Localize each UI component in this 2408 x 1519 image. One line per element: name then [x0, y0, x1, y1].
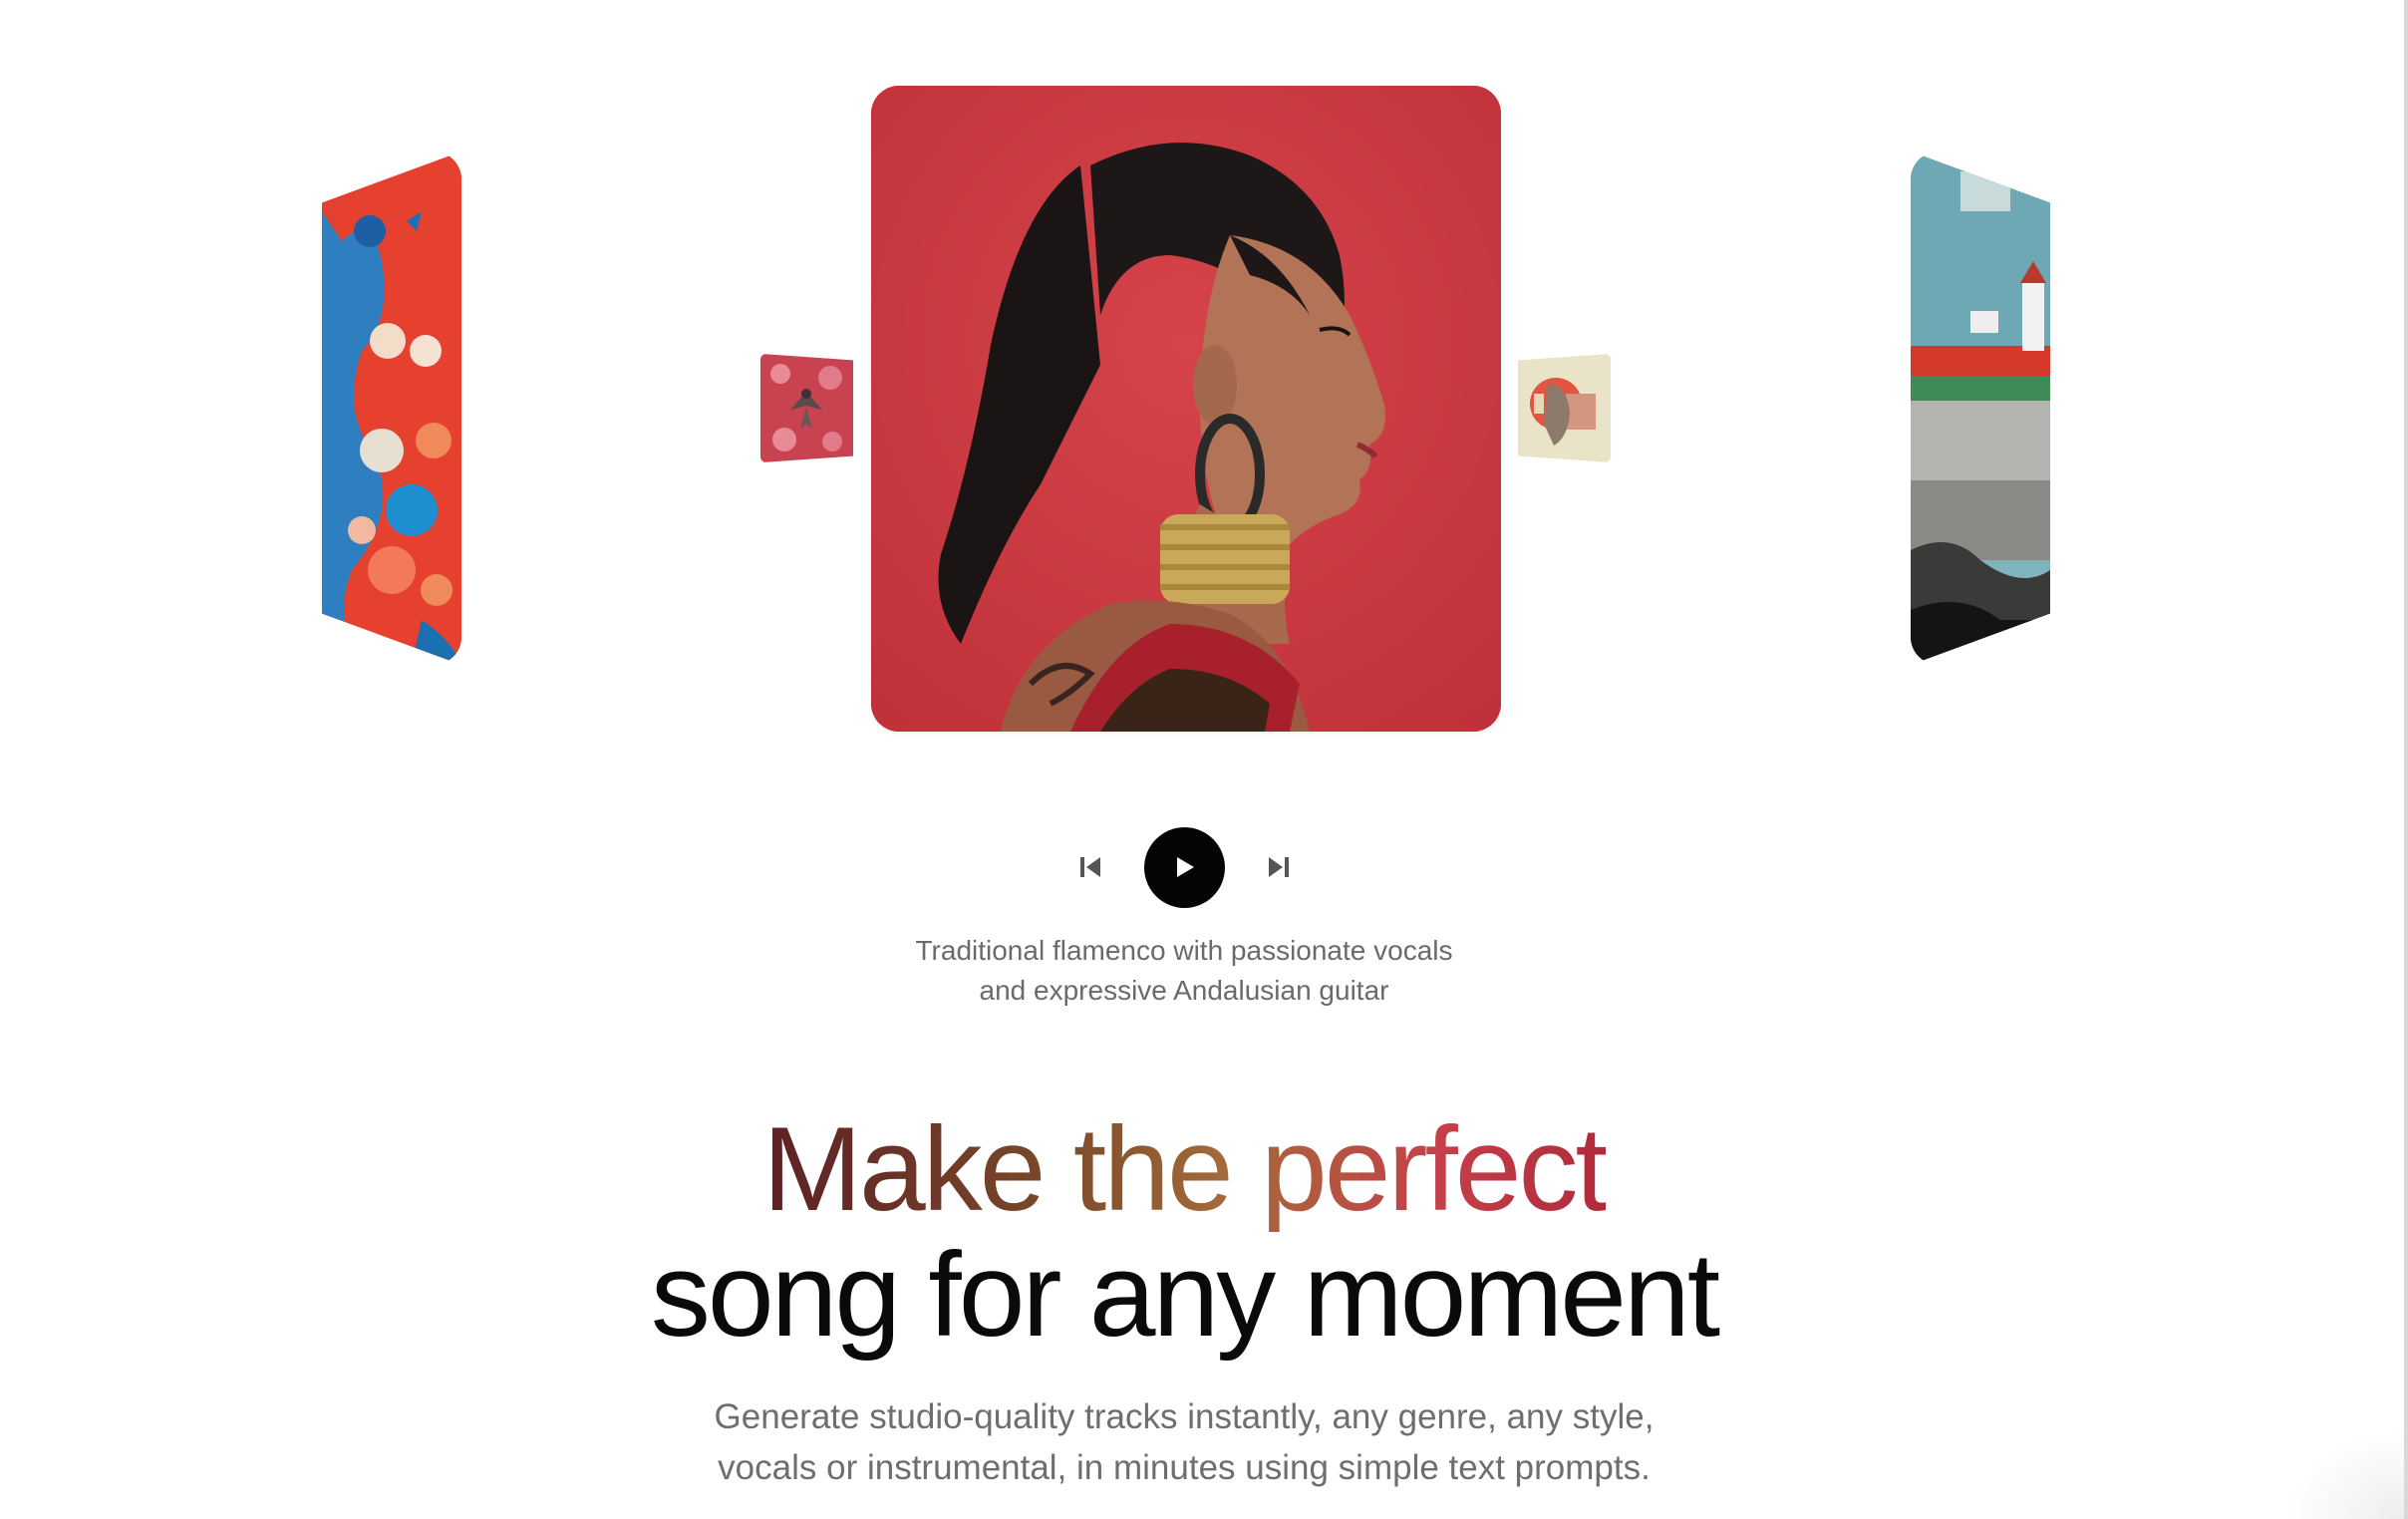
hero-subtext-line2: vocals or instrumental, in minutes using… — [718, 1448, 1651, 1487]
album-cover-flamenco[interactable] — [871, 86, 1501, 732]
hero-subtext-line1: Generate studio-quality tracks instantly… — [714, 1397, 1655, 1436]
skip-back-icon — [1079, 857, 1100, 877]
album-cover-landscape[interactable] — [1911, 152, 2050, 665]
player-controls — [0, 826, 2368, 908]
headline-line2: song for any moment — [650, 1228, 1720, 1362]
landscape-artwork — [1911, 152, 2050, 665]
track-description-line1: Traditional flamenco with passionate voc… — [915, 935, 1453, 966]
floral-artwork — [322, 152, 461, 665]
headline-line1: Make the perfect — [762, 1102, 1609, 1236]
corner-shadow — [2284, 1429, 2404, 1519]
flamenco-portrait-artwork — [871, 86, 1501, 732]
hero-subtext: Generate studio-quality tracks instantly… — [0, 1391, 2368, 1493]
album-cover-floral[interactable] — [322, 152, 461, 665]
next-track-button[interactable] — [1261, 849, 1297, 885]
window-edge — [2404, 0, 2408, 1519]
previous-track-button[interactable] — [1072, 849, 1108, 885]
page: Traditional flamenco with passionate voc… — [0, 0, 2408, 1519]
hero-headline: Make the perfect song for any moment — [0, 1106, 2368, 1358]
skip-forward-icon — [1268, 857, 1289, 877]
collage-face-artwork — [1518, 354, 1611, 462]
album-cover-bird-pattern[interactable] — [760, 354, 853, 462]
track-description-line2: and expressive Andalusian guitar — [979, 975, 1389, 1006]
track-description: Traditional flamenco with passionate voc… — [0, 931, 2368, 1011]
play-icon — [1177, 857, 1194, 877]
album-cover-collage-face[interactable] — [1518, 354, 1611, 462]
play-button[interactable] — [1143, 826, 1225, 908]
bird-pattern-artwork — [760, 354, 853, 462]
